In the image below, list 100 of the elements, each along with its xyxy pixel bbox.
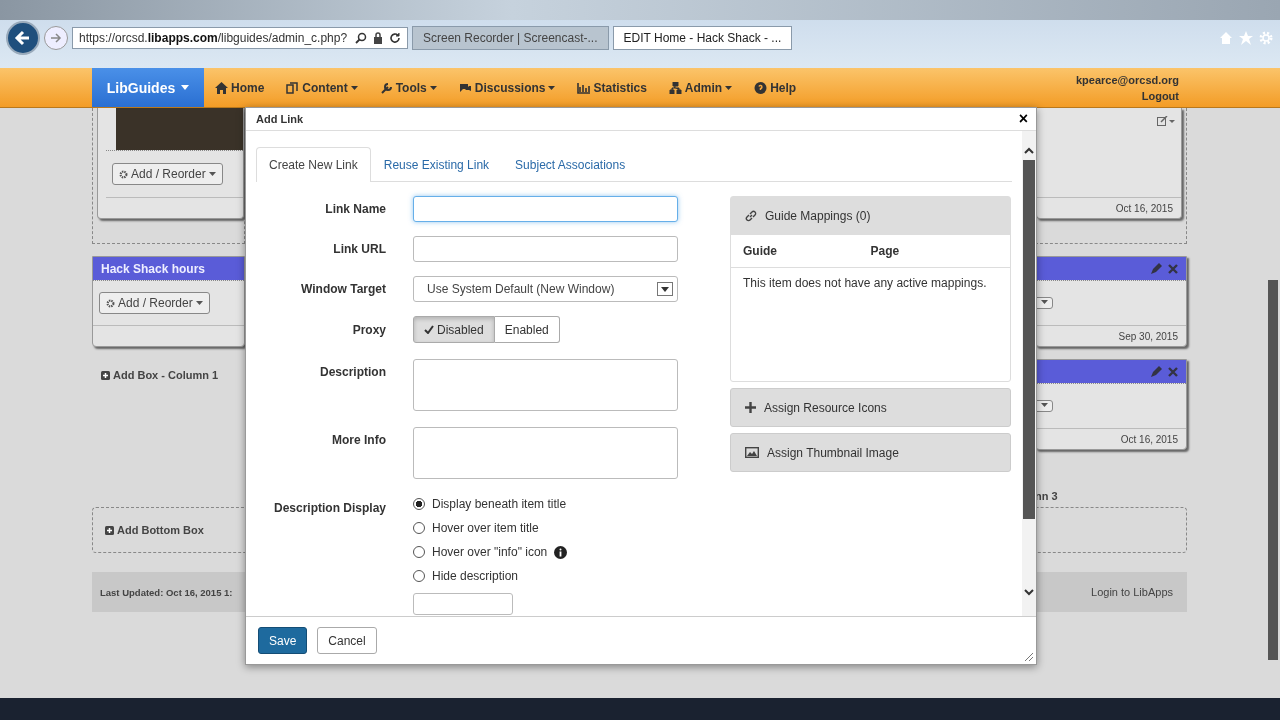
forward-button[interactable] — [44, 26, 68, 50]
caret-icon — [208, 172, 216, 176]
copy-icon — [286, 81, 300, 94]
user-email[interactable]: kpearce@orcsd.org — [1075, 73, 1179, 86]
column-header: Page — [870, 244, 901, 258]
nav-menu-item[interactable]: Admin — [657, 68, 744, 107]
plus-icon — [105, 525, 114, 535]
last-updated-text: Last Updated: Oct 16, 2015 1: — [100, 586, 233, 598]
brand-menu-button[interactable]: LibGuides — [92, 68, 204, 107]
help-icon — [754, 81, 768, 94]
radio-label[interactable]: Hover over item title — [432, 521, 539, 535]
nav-menu-item[interactable]: Content — [275, 68, 369, 107]
home-icon — [215, 81, 228, 94]
caret-icon — [429, 85, 437, 90]
image-icon — [745, 447, 759, 458]
scrollbar-thumb[interactable] — [1023, 160, 1035, 519]
empty-message: This item does not have any active mappings. — [743, 276, 987, 290]
save-button[interactable]: Save — [258, 627, 308, 654]
link-icon — [745, 210, 757, 222]
field-label: More Info — [331, 433, 386, 447]
plus-icon — [101, 370, 110, 380]
field-label: Description — [319, 365, 386, 379]
plus-icon — [745, 402, 756, 413]
updated-date: Oct 16, 2015 — [1115, 202, 1173, 214]
scroll-down-icon[interactable] — [1024, 589, 1034, 596]
radio-label[interactable]: Hide description — [432, 569, 519, 583]
add-bottom-box-link[interactable]: Add Bottom Box — [105, 524, 204, 536]
link-url-field[interactable] — [413, 236, 678, 262]
login-link[interactable]: Login to LibApps — [1091, 586, 1173, 598]
input-field[interactable] — [413, 593, 513, 615]
updated-date: Sep 30, 2015 — [1118, 330, 1178, 342]
nav-menu-item[interactable]: Help — [743, 68, 808, 107]
check-icon — [424, 325, 434, 334]
refresh-icon[interactable] — [389, 32, 401, 44]
updated-date: Oct 16, 2015 — [1120, 433, 1178, 445]
browser-tab[interactable]: EDIT Home - Hack Shack - ... — [612, 26, 793, 50]
browser-tab[interactable]: Screen Recorder | Screencast-... — [412, 26, 609, 50]
radio-button[interactable] — [413, 522, 425, 534]
scroll-up-icon[interactable] — [1024, 147, 1034, 154]
arrow-icon — [49, 31, 63, 45]
resize-grip-icon[interactable] — [1024, 652, 1033, 661]
caret-icon — [657, 282, 673, 296]
nav-menu-item[interactable]: Statistics — [566, 68, 658, 107]
add-box-link[interactable]: Add Box - Column 1 — [92, 369, 245, 381]
caret-icon — [181, 85, 190, 90]
dialog-tab[interactable]: Subject Associations — [502, 147, 639, 181]
radio-label[interactable]: Hover over "info" icon — [432, 545, 548, 559]
gear-icon — [106, 298, 115, 308]
caret-icon — [350, 85, 358, 90]
close-icon[interactable] — [1168, 263, 1178, 274]
collapsible-panel[interactable]: Assign Resource Icons — [730, 388, 1011, 427]
pencil-icon[interactable] — [1150, 262, 1162, 275]
lock-icon — [373, 32, 383, 44]
search-icon[interactable] — [355, 32, 367, 44]
close-icon[interactable] — [1168, 366, 1178, 377]
caret-icon — [548, 85, 556, 90]
radio-button[interactable] — [413, 498, 425, 510]
proxy-toggle-button[interactable]: Disabled — [413, 316, 495, 343]
gear-icon — [119, 169, 128, 179]
nav-menu-item[interactable]: Discussions — [447, 68, 567, 107]
caret-icon — [1041, 403, 1048, 407]
pencil-icon[interactable] — [1150, 365, 1162, 378]
sitemap-icon — [668, 81, 682, 94]
window-target-select[interactable]: Use System Default (New Window) — [413, 276, 678, 302]
proxy-toggle-button[interactable]: Enabled — [494, 316, 560, 343]
dialog-tab[interactable]: Reuse Existing Link — [370, 147, 503, 181]
add-reorder-button[interactable]: Add / Reorder — [112, 163, 223, 185]
field-label: Link Name — [324, 202, 386, 216]
field-label: Proxy — [351, 322, 386, 337]
chart-icon — [577, 81, 591, 94]
radio-label[interactable]: Display beneath item title — [432, 497, 567, 511]
more-info-field[interactable] — [413, 427, 678, 479]
back-button[interactable] — [6, 21, 40, 55]
chat-icon — [458, 81, 472, 94]
wrench-icon — [379, 81, 393, 94]
description-field[interactable] — [413, 359, 678, 411]
cancel-button[interactable]: Cancel — [317, 627, 377, 654]
link-name-field[interactable] — [413, 196, 678, 222]
column-header: Guide — [743, 244, 778, 258]
field-label: Window Target — [300, 282, 386, 296]
edit-icon[interactable] — [1157, 116, 1175, 126]
radio-button[interactable] — [413, 546, 425, 558]
radio-button[interactable] — [413, 570, 425, 582]
panel-title: Guide Mappings (0) — [765, 209, 871, 223]
field-label: Description Display — [272, 501, 386, 515]
caret-icon — [195, 301, 203, 305]
field-label: Link URL — [332, 242, 386, 256]
add-reorder-button[interactable]: Add / Reorder — [99, 292, 210, 314]
collapsible-panel[interactable]: Assign Thumbnail Image — [730, 433, 1011, 472]
address-bar[interactable]: https://orcsd.libapps.com/libguides/admin_c.php? — [72, 27, 408, 49]
nav-menu-item[interactable]: Home — [204, 68, 276, 107]
info-icon[interactable] — [554, 545, 568, 559]
star-icon[interactable] — [1238, 30, 1254, 46]
dialog-tab[interactable]: Create New Link — [256, 147, 371, 182]
nav-menu-item[interactable]: Tools — [368, 68, 448, 107]
caret-icon — [1041, 300, 1048, 304]
caret-icon — [725, 85, 733, 90]
box-title: Hack Shack hours — [101, 261, 206, 276]
logout-link[interactable]: Logout — [1141, 89, 1179, 102]
close-button[interactable]: × — [1016, 111, 1030, 127]
